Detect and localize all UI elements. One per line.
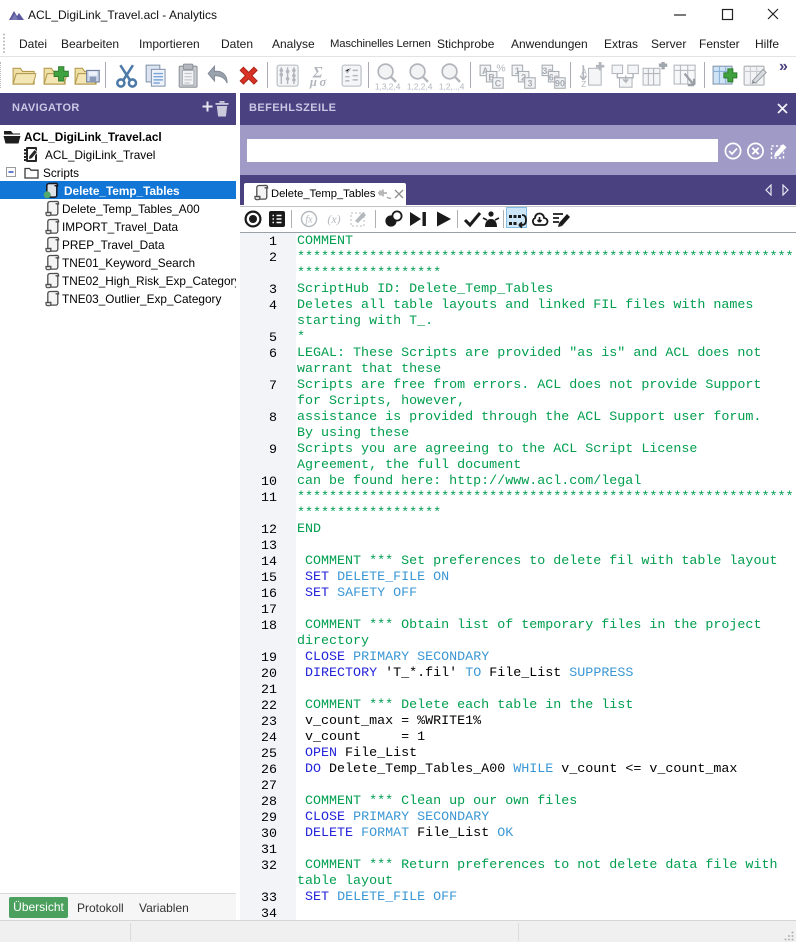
svg-text:A: A — [581, 67, 587, 77]
svg-text:1,2,..,4: 1,2,..,4 — [439, 81, 465, 91]
svg-text:Z: Z — [581, 79, 586, 89]
svg-text:σ: σ — [319, 75, 327, 89]
svg-text:3: 3 — [527, 79, 532, 89]
svg-text:fx: fx — [305, 215, 313, 226]
svg-text:1,2,2,4: 1,2,2,4 — [407, 81, 433, 91]
svg-text:μ: μ — [309, 75, 317, 89]
svg-text:(x): (x) — [327, 212, 340, 226]
svg-text:1,3,2,4: 1,3,2,4 — [375, 81, 401, 91]
svg-text:C: C — [495, 79, 502, 89]
svg-text:90: 90 — [555, 79, 565, 89]
svg-text:%: % — [496, 62, 505, 74]
